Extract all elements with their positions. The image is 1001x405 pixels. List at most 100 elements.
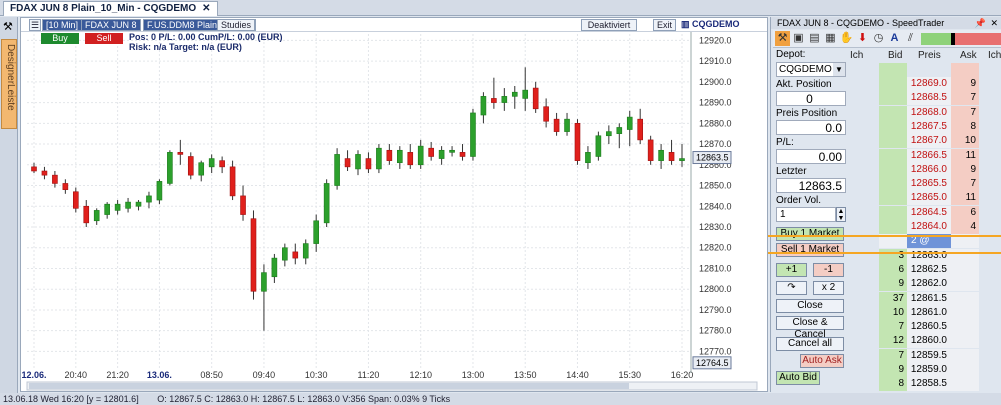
ladder-row[interactable]: 10 12861.0 (848, 305, 1001, 320)
candle[interactable] (271, 257, 278, 278)
ladder-price-cell[interactable]: 12861.0 (907, 305, 951, 320)
ladder-price-cell[interactable]: 12867.5 (907, 119, 951, 134)
ladder-price-cell[interactable]: 12860.0 (907, 334, 951, 349)
ladder-price-cell[interactable]: 12866.5 (907, 148, 951, 163)
ladder-bid-cell[interactable] (879, 162, 907, 177)
ladder-ask-cell[interactable]: 6 (951, 205, 979, 220)
ladder-price-cell[interactable]: 12859.5 (907, 348, 951, 363)
ladder-bid-cell[interactable] (879, 220, 907, 234)
instrument-label[interactable]: FDAX JUN 8 (81, 19, 141, 31)
ladder-bid-cell[interactable]: 9 (879, 363, 907, 377)
ladder-ask-cell[interactable] (951, 305, 979, 320)
ladder-ask-cell[interactable]: 4 (951, 220, 979, 234)
candle[interactable] (480, 96, 487, 116)
candle[interactable] (229, 166, 236, 197)
ladder-ask-cell[interactable]: 7 (951, 105, 979, 120)
auto-ask-button[interactable]: Auto Ask (800, 354, 844, 368)
ladder-row[interactable]: 12866.5 11 (848, 148, 1001, 163)
candle[interactable] (595, 135, 602, 157)
ladder-ask-cell[interactable] (951, 377, 979, 392)
candle[interactable] (532, 87, 539, 110)
clock-icon[interactable]: ◷ (871, 31, 886, 46)
candle[interactable] (219, 160, 225, 168)
chart-icon[interactable]: ▤ (807, 31, 822, 46)
close-cancel-button[interactable]: Close & Cancel (776, 316, 844, 340)
ladder-ask-cell[interactable]: 8 (951, 119, 979, 134)
candle[interactable] (355, 154, 361, 170)
ladder-bid-cell[interactable]: 8 (879, 377, 907, 392)
ladder-price-cell[interactable]: 12858.5 (907, 377, 951, 392)
candle[interactable] (104, 203, 110, 215)
ladder-ask-cell[interactable]: 9 (951, 162, 979, 177)
lines-icon[interactable]: ⫽ (903, 31, 918, 46)
ladder-row[interactable]: 37 12861.5 (848, 291, 1001, 306)
ladder-ask-cell[interactable]: 11 (951, 191, 979, 206)
ladder-price-cell[interactable]: 12866.0 (907, 162, 951, 177)
candle[interactable] (397, 149, 403, 164)
scrollbar-thumb[interactable] (29, 383, 629, 389)
ladder-price-cell[interactable]: 12865.5 (907, 177, 951, 192)
candle[interactable] (83, 205, 90, 224)
ladder-row[interactable]: 12864.0 4 (848, 220, 1001, 234)
auto-bid-button[interactable]: Auto Bid (776, 371, 820, 385)
ladder-row[interactable]: 12864.5 6 (848, 205, 1001, 220)
font-icon[interactable]: A (887, 31, 902, 46)
candle[interactable] (167, 152, 173, 184)
cancel-all-button[interactable]: Cancel all (776, 337, 844, 351)
candle[interactable] (491, 98, 497, 103)
candle[interactable] (282, 247, 288, 261)
candle[interactable] (292, 251, 299, 259)
ladder-bid-cell[interactable] (879, 148, 907, 163)
ladder-price-cell[interactable]: 12867.0 (907, 134, 951, 149)
ladder-price-cell[interactable]: 12862.0 (907, 277, 951, 292)
candle[interactable] (41, 170, 48, 176)
ladder-row[interactable]: 9 12859.0 (848, 363, 1001, 377)
ladder-row[interactable]: 12865.0 11 (848, 191, 1001, 206)
deaktiviert-button[interactable]: Deaktiviert (581, 19, 637, 31)
candle[interactable] (606, 131, 612, 137)
double-button[interactable]: x 2 (813, 281, 844, 295)
window-icon[interactable]: ▣ (791, 31, 806, 46)
candle[interactable] (240, 195, 246, 215)
close-button[interactable]: Close (776, 299, 844, 313)
ladder-row[interactable]: 12869.0 9 (848, 77, 1001, 91)
ladder-row[interactable]: 7 12859.5 (848, 348, 1001, 363)
ladder-price-cell[interactable]: 12860.5 (907, 320, 951, 335)
candle[interactable] (511, 91, 518, 97)
candle[interactable] (459, 152, 466, 157)
candle[interactable] (365, 158, 372, 170)
ladder-price-cell[interactable]: 12861.5 (907, 291, 951, 306)
candle[interactable] (522, 89, 529, 99)
candle[interactable] (647, 139, 654, 161)
ladder-bid-cell[interactable] (879, 119, 907, 134)
down-arrow-icon[interactable]: ⬇ (855, 31, 870, 46)
ladder-ask-cell[interactable] (951, 291, 979, 306)
candle[interactable] (564, 118, 570, 132)
candle[interactable] (501, 96, 508, 103)
ladder-row[interactable]: 12868.0 7 (848, 105, 1001, 120)
ladder-bid-cell[interactable]: 37 (879, 291, 907, 306)
ladder-bid-cell[interactable] (879, 77, 907, 91)
candle[interactable] (334, 154, 340, 186)
candle[interactable] (449, 149, 455, 153)
ladder-row[interactable]: 12867.0 10 (848, 134, 1001, 149)
ladder-row[interactable]: 12868.5 7 (848, 91, 1001, 106)
ladder-ask-cell[interactable] (951, 348, 979, 363)
depot-select[interactable]: CQGDEMO ▼ (776, 62, 846, 77)
candle[interactable] (187, 156, 194, 176)
ladder-bid-cell[interactable]: 12 (879, 334, 907, 349)
ladder-row[interactable]: 7 12860.5 (848, 320, 1001, 335)
designer-label[interactable]: DesignerLeiste (1, 39, 17, 129)
candle[interactable] (626, 116, 633, 130)
chart-tab[interactable]: FDAX JUN 8 Plain_10_Min - CQGDEMO ✕ (3, 1, 218, 16)
ladder-price-cell[interactable]: 12859.0 (907, 363, 951, 377)
close-tab-icon[interactable]: ✕ (202, 3, 210, 14)
ladder-ask-cell[interactable] (951, 363, 979, 377)
ladder-price-cell[interactable]: 12864.5 (907, 205, 951, 220)
ladder-ask-cell[interactable]: 7 (951, 177, 979, 192)
ladder-bid-cell[interactable]: 7 (879, 320, 907, 335)
tools-icon[interactable]: ⚒ (775, 31, 790, 46)
ladder-bid-cell[interactable] (879, 191, 907, 206)
candle[interactable] (198, 162, 205, 176)
candle[interactable] (428, 147, 434, 157)
